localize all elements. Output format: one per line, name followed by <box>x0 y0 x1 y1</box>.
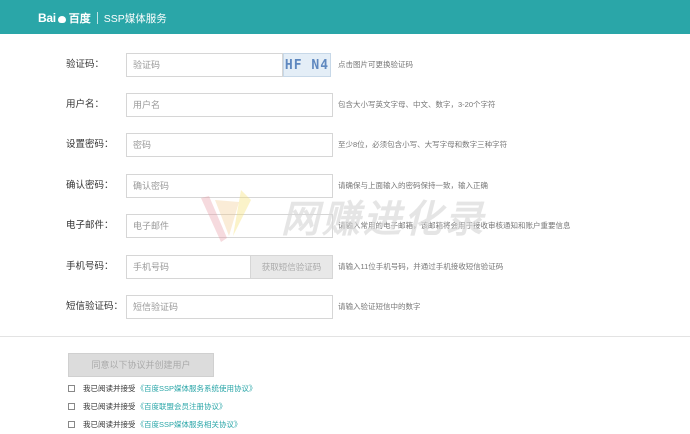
phone-input[interactable]: 手机号码 <box>126 255 251 279</box>
top-header: Bai 百度 SSP媒体服务 <box>0 0 690 34</box>
agreement-text-3: 我已阅读并接受 <box>83 419 136 429</box>
create-user-button[interactable]: 同意以下协议并创建用户 <box>68 353 214 377</box>
section-divider <box>0 336 690 337</box>
agreement-row-1: 我已阅读并接受 《百度SSP媒体服务系统使用协议》 <box>68 381 257 395</box>
header-subtitle: SSP媒体服务 <box>103 12 167 25</box>
captcha-code: HF N4 <box>284 57 330 73</box>
confirm-password-hint: 请确保与上面输入的密码保持一致，输入正确 <box>338 181 488 190</box>
captcha-image[interactable]: HF N4 <box>283 53 331 77</box>
username-label: 用户名： <box>66 99 105 110</box>
logo-text: Bai <box>38 11 56 25</box>
agreement-link-1[interactable]: 《百度SSP媒体服务系统使用协议》 <box>137 383 257 394</box>
email-hint: 请输入常用的电子邮箱，该邮箱将会用于接收审核通知和账户重要信息 <box>338 221 571 230</box>
confirm-password-label: 确认密码： <box>66 180 114 191</box>
captcha-hint: 点击图片可更换验证码 <box>338 60 413 69</box>
sms-code-label: 短信验证码： <box>66 301 124 312</box>
sms-code-input[interactable]: 短信验证码 <box>126 295 333 319</box>
agreement-checkbox-1[interactable] <box>68 384 75 392</box>
phone-label: 手机号码： <box>66 261 114 272</box>
captcha-input[interactable]: 验证码 <box>126 53 283 77</box>
agreement-checkbox-3[interactable] <box>68 420 75 428</box>
baidu-logo[interactable]: Bai 百度 SSP媒体服务 <box>38 10 167 26</box>
captcha-label: 验证码： <box>66 59 105 70</box>
get-sms-code-button[interactable]: 获取短信验证码 <box>251 255 333 279</box>
password-input[interactable]: 密码 <box>126 133 333 157</box>
logo-chinese: 百度 <box>68 13 91 25</box>
paw-icon <box>57 13 67 23</box>
confirm-password-input[interactable]: 确认密码 <box>126 174 333 198</box>
agreement-row-3: 我已阅读并接受 《百度SSP媒体服务相关协议》 <box>68 417 242 431</box>
username-input[interactable]: 用户名 <box>126 93 333 117</box>
username-hint: 包含大小写英文字母、中文、数字，3-20个字符 <box>338 100 496 109</box>
agreement-checkbox-2[interactable] <box>68 402 75 410</box>
password-hint: 至少8位，必须包含小写、大写字母和数字三种字符 <box>338 140 508 149</box>
email-label: 电子邮件： <box>66 220 114 231</box>
agreement-link-3[interactable]: 《百度SSP媒体服务相关协议》 <box>137 419 242 430</box>
password-label: 设置密码： <box>66 139 114 150</box>
phone-hint: 请输入11位手机号码，并通过手机接收短信验证码 <box>338 262 504 271</box>
logo-divider <box>96 12 98 24</box>
agreement-text-2: 我已阅读并接受 <box>83 401 136 411</box>
sms-code-hint: 请输入验证短信中的数字 <box>338 302 421 311</box>
email-input[interactable]: 电子邮件 <box>126 214 333 238</box>
agreement-text-1: 我已阅读并接受 <box>83 383 136 393</box>
agreement-row-2: 我已阅读并接受 《百度联盟会员注册协议》 <box>68 399 227 413</box>
agreement-link-2[interactable]: 《百度联盟会员注册协议》 <box>137 401 227 412</box>
